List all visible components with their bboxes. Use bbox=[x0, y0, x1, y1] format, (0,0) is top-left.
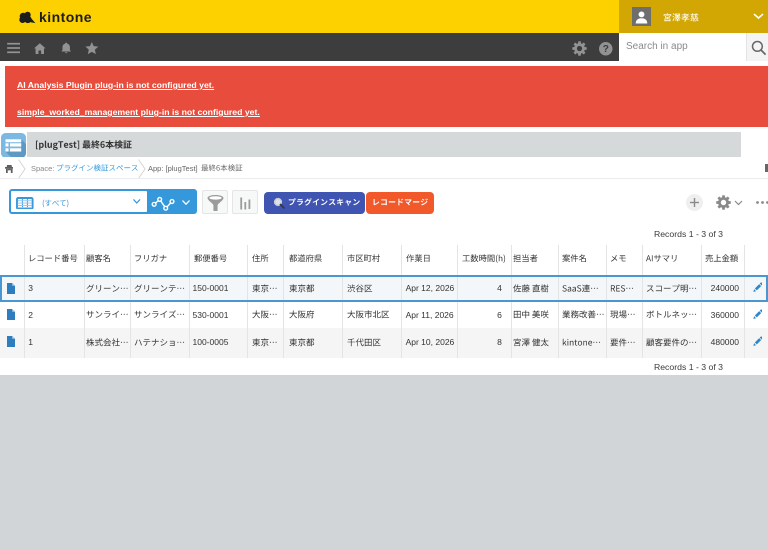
svg-text:?: ? bbox=[603, 44, 609, 55]
